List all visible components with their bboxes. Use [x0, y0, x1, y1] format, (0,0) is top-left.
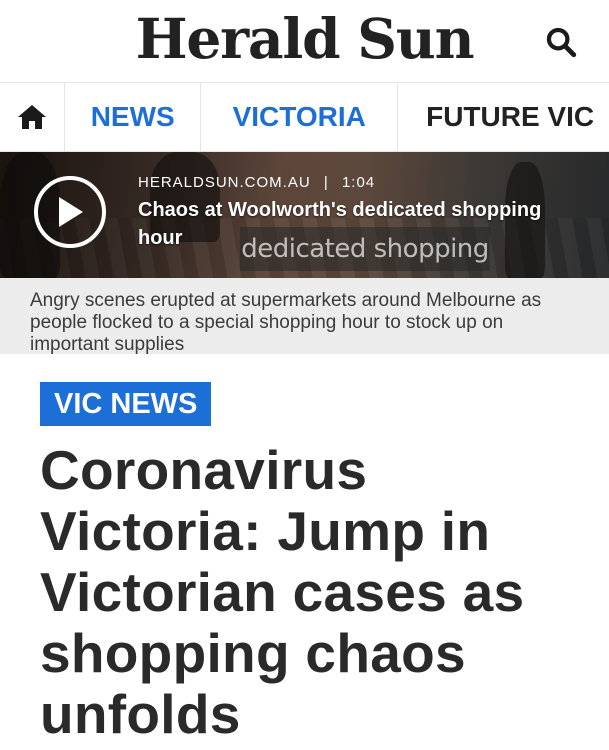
search-icon	[546, 27, 577, 58]
video-title[interactable]: Chaos at Woolworth's dedicated shopping …	[138, 196, 578, 252]
video-duration: 1:04	[341, 174, 376, 191]
play-button[interactable]	[34, 176, 106, 248]
article: VIC NEWS Coronavirus Victoria: Jump in V…	[0, 354, 609, 745]
masthead: Herald Sun	[0, 0, 609, 83]
article-headline: Coronavirus Victoria: Jump in Victorian …	[40, 439, 525, 745]
tab-future-vic[interactable]: FUTURE VIC	[398, 83, 609, 151]
video-meta: HERALDSUN.COM.AU | 1:04	[138, 174, 375, 191]
home-button[interactable]	[0, 83, 66, 151]
section-nav: NEWS VICTORIA FUTURE VIC	[0, 83, 609, 152]
video-summary: Angry scenes erupted at supermarkets aro…	[0, 278, 609, 355]
video-meta-separator: |	[323, 174, 329, 191]
video-player[interactable]: dedicated shopping hour HERALDSUN.COM.AU…	[0, 152, 609, 278]
play-icon	[59, 197, 83, 227]
video-source: HERALDSUN.COM.AU	[138, 174, 311, 191]
site-logo[interactable]: Herald Sun	[0, 8, 609, 70]
search-button[interactable]	[539, 20, 583, 64]
tab-victoria[interactable]: VICTORIA	[201, 83, 399, 151]
section-kicker[interactable]: VIC NEWS	[40, 382, 212, 426]
home-icon	[18, 105, 46, 129]
tab-news[interactable]: NEWS	[65, 83, 202, 151]
